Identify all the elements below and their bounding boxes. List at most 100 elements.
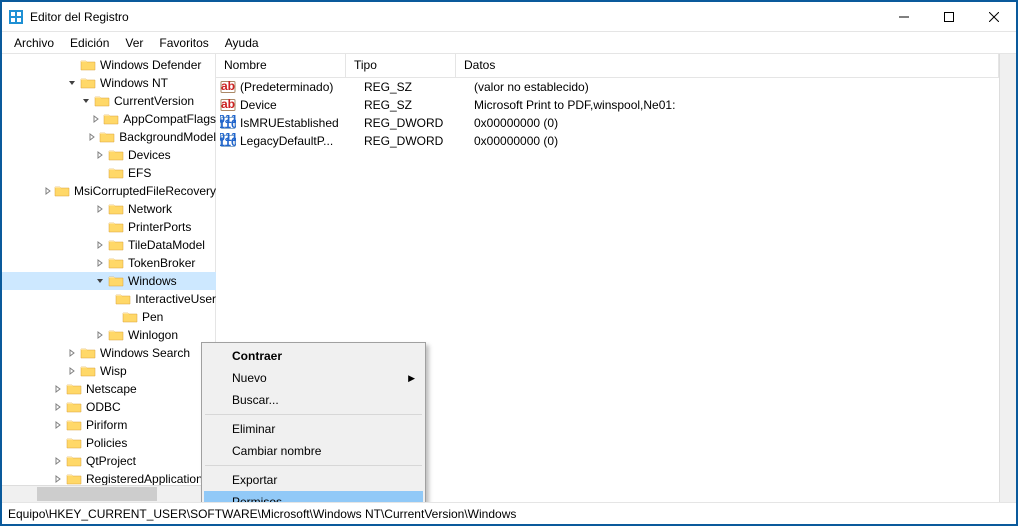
expand-toggle[interactable]: [66, 59, 78, 71]
tree-item[interactable]: Wisp: [2, 362, 216, 380]
titlebar: Editor del Registro: [2, 2, 1016, 32]
tree-item[interactable]: MsiCorruptedFileRecovery: [2, 182, 216, 200]
context-menu-item[interactable]: Cambiar nombre: [204, 440, 423, 462]
context-menu-item[interactable]: Buscar...: [204, 389, 423, 411]
tree-item-label: Devices: [128, 148, 171, 162]
list-row[interactable]: 011110IsMRUEstablishedREG_DWORD0x0000000…: [216, 114, 999, 132]
tree-item[interactable]: TileDataModel: [2, 236, 216, 254]
app-icon: [8, 9, 24, 25]
expand-toggle[interactable]: [66, 77, 78, 89]
expand-toggle[interactable]: [94, 149, 106, 161]
list-row[interactable]: ab(Predeterminado)REG_SZ(valor no establ…: [216, 78, 999, 96]
folder-icon: [66, 472, 82, 485]
expand-toggle[interactable]: [52, 437, 64, 449]
context-menu-item[interactable]: Exportar: [204, 469, 423, 491]
tree-item-label: Pen: [142, 310, 163, 324]
expand-toggle[interactable]: [108, 311, 120, 323]
folder-icon: [66, 454, 82, 468]
expand-toggle[interactable]: [52, 455, 64, 467]
statusbar: Equipo\HKEY_CURRENT_USER\SOFTWARE\Micros…: [2, 502, 1016, 524]
expand-toggle[interactable]: [94, 203, 106, 215]
tree-item[interactable]: PrinterPorts: [2, 218, 216, 236]
tree-item[interactable]: BackgroundModel: [2, 128, 216, 146]
header-data[interactable]: Datos: [456, 54, 999, 77]
folder-icon: [122, 310, 138, 324]
context-menu: Contraer Nuevo▶Buscar... EliminarCambiar n…: [201, 342, 426, 502]
tree-item[interactable]: CurrentVersion: [2, 92, 216, 110]
tree-item[interactable]: Windows Defender: [2, 56, 216, 74]
expand-toggle[interactable]: [94, 257, 106, 269]
expand-toggle[interactable]: [44, 185, 52, 197]
header-name[interactable]: Nombre: [216, 54, 346, 77]
list-vertical-scrollbar[interactable]: [999, 54, 1016, 502]
menu-ver[interactable]: Ver: [117, 34, 151, 52]
expand-toggle[interactable]: [94, 239, 106, 251]
tree-item[interactable]: Pen: [2, 308, 216, 326]
maximize-button[interactable]: [926, 2, 971, 31]
tree-item-label: AppCompatFlags: [123, 112, 216, 126]
tree-item[interactable]: Netscape: [2, 380, 216, 398]
string-value-icon: ab: [220, 79, 236, 95]
value-name: LegacyDefaultP...: [240, 134, 364, 148]
expand-toggle[interactable]: [94, 167, 106, 179]
tree-item[interactable]: Network: [2, 200, 216, 218]
expand-toggle[interactable]: [94, 329, 106, 341]
dword-value-icon: 011110: [220, 133, 236, 149]
tree-item[interactable]: Devices: [2, 146, 216, 164]
header-type[interactable]: Tipo: [346, 54, 456, 77]
svg-text:ab: ab: [221, 79, 235, 93]
tree-item[interactable]: Windows: [2, 272, 216, 290]
tree-item[interactable]: RegisteredApplications: [2, 470, 216, 485]
context-menu-item[interactable]: Permisos...: [204, 491, 423, 502]
tree-item-label: Windows Search: [100, 346, 190, 360]
tree-item[interactable]: EFS: [2, 164, 216, 182]
tree-item[interactable]: InteractiveUser: [2, 290, 216, 308]
expand-toggle[interactable]: [94, 275, 106, 287]
tree-item[interactable]: QtProject: [2, 452, 216, 470]
menu-favoritos[interactable]: Favoritos: [151, 34, 216, 52]
expand-toggle[interactable]: [52, 419, 64, 431]
tree-item[interactable]: AppCompatFlags: [2, 110, 216, 128]
menu-item-label: Contraer: [232, 349, 282, 363]
tree-item[interactable]: Piriform: [2, 416, 216, 434]
tree-item[interactable]: Windows NT: [2, 74, 216, 92]
dword-value-icon: 011110: [220, 115, 236, 131]
folder-icon: [108, 202, 124, 216]
close-button[interactable]: [971, 2, 1016, 31]
context-menu-item[interactable]: Eliminar: [204, 418, 423, 440]
minimize-button[interactable]: [881, 2, 926, 31]
expand-toggle[interactable]: [66, 365, 78, 377]
tree-item[interactable]: TokenBroker: [2, 254, 216, 272]
tree-horizontal-scrollbar[interactable]: [2, 485, 215, 502]
expand-toggle[interactable]: [80, 95, 92, 107]
expand-toggle[interactable]: [52, 401, 64, 413]
folder-icon: [99, 130, 115, 144]
tree-item-label: Piriform: [86, 418, 127, 432]
expand-toggle[interactable]: [86, 131, 97, 143]
folder-icon: [108, 328, 124, 342]
context-menu-item[interactable]: Nuevo▶: [204, 367, 423, 389]
menu-archivo[interactable]: Archivo: [6, 34, 62, 52]
list-row[interactable]: 011110LegacyDefaultP...REG_DWORD0x000000…: [216, 132, 999, 150]
tree-item[interactable]: Windows Search: [2, 344, 216, 362]
list-row[interactable]: abDeviceREG_SZMicrosoft Print to PDF,win…: [216, 96, 999, 114]
context-menu-item[interactable]: Contraer: [204, 345, 423, 367]
submenu-arrow-icon: ▶: [408, 373, 415, 384]
folder-icon: [94, 94, 110, 108]
expand-toggle[interactable]: [52, 383, 64, 395]
tree-item[interactable]: Winlogon: [2, 326, 216, 344]
folder-icon: [108, 274, 124, 288]
folder-icon: [115, 292, 131, 306]
tree-item-label: ODBC: [86, 400, 121, 414]
expand-toggle[interactable]: [94, 221, 106, 233]
tree-item[interactable]: Policies: [2, 434, 216, 452]
tree-item-label: EFS: [128, 166, 151, 180]
menu-edicion[interactable]: Edición: [62, 34, 117, 52]
expand-toggle[interactable]: [90, 113, 101, 125]
tree-item[interactable]: ODBC: [2, 398, 216, 416]
expand-toggle[interactable]: [102, 293, 113, 305]
menu-ayuda[interactable]: Ayuda: [217, 34, 267, 52]
expand-toggle[interactable]: [66, 347, 78, 359]
expand-toggle[interactable]: [52, 473, 64, 485]
registry-tree[interactable]: Windows DefenderWindows NTCurrentVersion…: [2, 54, 216, 485]
